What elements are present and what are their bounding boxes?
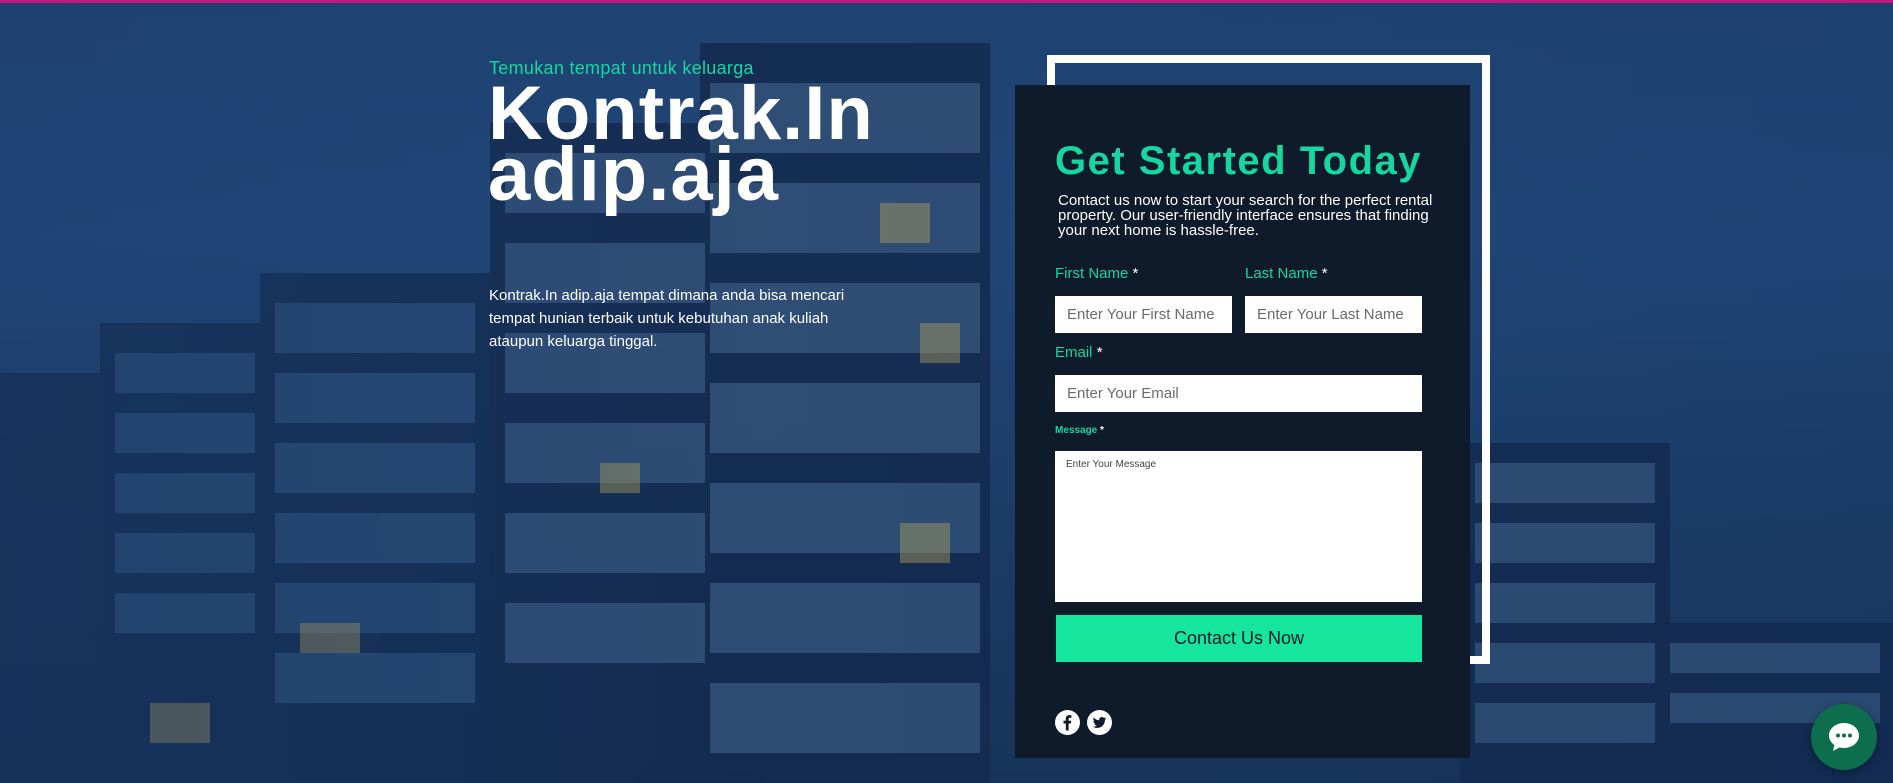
chat-button[interactable] [1811,704,1877,770]
required-mark: * [1096,344,1103,361]
facebook-icon [1063,715,1072,731]
twitter-link[interactable] [1087,710,1112,735]
first-name-label-text: First Name [1055,265,1129,282]
chat-bubble-icon [1829,723,1859,751]
message-label-text: Message [1055,425,1098,436]
hero-description: Kontrak.In adip.aja tempat dimana anda b… [489,287,845,350]
last-name-label: Last Name * [1245,265,1328,282]
required-mark: * [1100,425,1104,436]
site-title: Kontrak.In adip.aja [488,76,874,213]
first-name-input[interactable] [1055,296,1232,333]
hero-overlay [0,3,1893,783]
facebook-link[interactable] [1055,710,1080,735]
email-label: Email * [1055,344,1103,361]
email-label-text: Email [1055,344,1093,361]
last-name-input[interactable] [1245,296,1422,333]
top-accent-strip [0,0,1893,3]
twitter-icon [1093,717,1106,728]
required-mark: * [1321,265,1328,282]
first-name-label: First Name * [1055,265,1138,282]
form-heading: Get Started Today [1055,139,1423,183]
message-label: Message * [1055,425,1104,436]
required-mark: * [1132,265,1139,282]
message-textarea[interactable] [1055,451,1422,602]
form-intro: Contact us now to start your search for … [1058,192,1433,239]
last-name-label-text: Last Name [1245,265,1318,282]
hero-section [0,3,1893,783]
email-input[interactable] [1055,375,1422,412]
contact-form-panel: Get Started Today Contact us now to star… [1015,85,1470,758]
contact-us-button[interactable]: Contact Us Now [1056,615,1422,662]
